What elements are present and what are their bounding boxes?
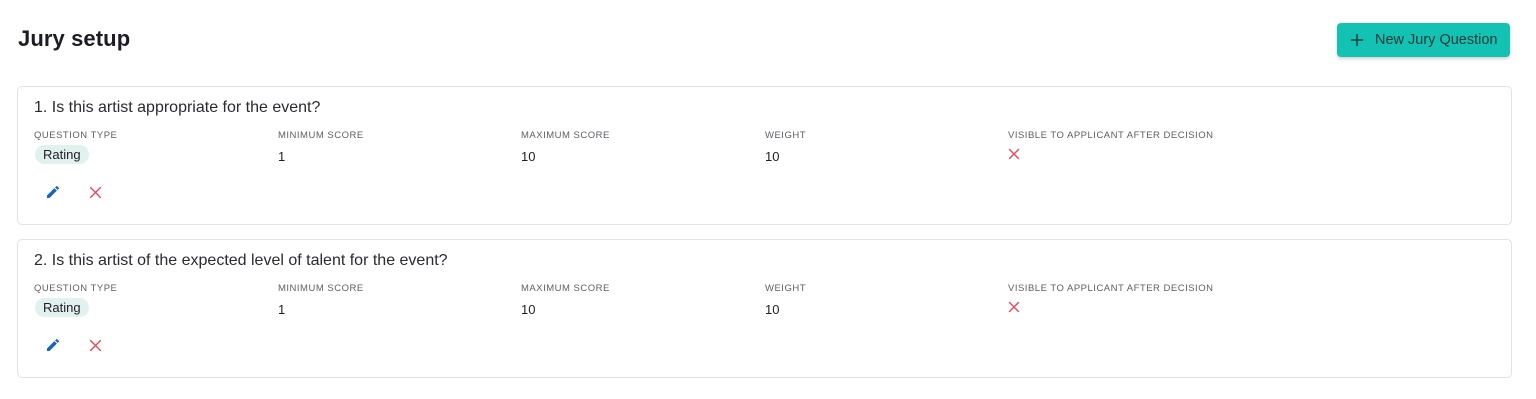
- weight-label: WEIGHT: [765, 130, 806, 141]
- question-type-badge: Rating: [35, 298, 89, 317]
- minimum-score-label: MINIMUM SCORE: [278, 130, 364, 141]
- weight-value: 10: [765, 302, 780, 317]
- weight-label: WEIGHT: [765, 283, 806, 294]
- delete-close-icon[interactable]: [86, 183, 104, 201]
- question-actions: [44, 336, 104, 354]
- maximum-score-label: MAXIMUM SCORE: [521, 283, 610, 294]
- edit-pencil-icon[interactable]: [44, 183, 62, 201]
- weight-field: WEIGHT 10: [765, 283, 806, 317]
- visible-label: VISIBLE TO APPLICANT AFTER DECISION: [1008, 130, 1214, 141]
- delete-close-icon[interactable]: [86, 336, 104, 354]
- question-type-label: QUESTION TYPE: [34, 283, 118, 294]
- maximum-score-value: 10: [521, 302, 536, 317]
- maximum-score-label: MAXIMUM SCORE: [521, 130, 610, 141]
- question-type-badge: Rating: [35, 145, 89, 164]
- visible-field: VISIBLE TO APPLICANT AFTER DECISION: [1008, 283, 1213, 318]
- weight-value: 10: [765, 149, 780, 164]
- edit-pencil-icon[interactable]: [44, 336, 62, 354]
- visible-field: VISIBLE TO APPLICANT AFTER DECISION: [1008, 130, 1213, 165]
- weight-field: WEIGHT 10: [765, 130, 806, 164]
- not-visible-close-icon: [1008, 300, 1020, 313]
- minimum-score-value: 1: [278, 302, 286, 317]
- not-visible-close-icon: [1008, 147, 1020, 160]
- maximum-score-value: 10: [521, 149, 536, 164]
- jury-question-card: 2. Is this artist of the expected level …: [17, 239, 1512, 378]
- new-jury-question-label: New Jury Question: [1375, 32, 1498, 48]
- plus-icon: [1350, 33, 1364, 47]
- maximum-score-field: MAXIMUM SCORE 10: [521, 283, 610, 317]
- question-title: 2. Is this artist of the expected level …: [34, 252, 448, 269]
- minimum-score-field: MINIMUM SCORE 1: [278, 283, 364, 317]
- question-type-label: QUESTION TYPE: [34, 130, 118, 141]
- visible-label: VISIBLE TO APPLICANT AFTER DECISION: [1008, 283, 1214, 294]
- question-type-field: QUESTION TYPE Rating: [34, 283, 117, 317]
- page-title: Jury setup: [18, 26, 131, 51]
- maximum-score-field: MAXIMUM SCORE 10: [521, 130, 610, 164]
- minimum-score-label: MINIMUM SCORE: [278, 283, 364, 294]
- jury-question-card: 1. Is this artist appropriate for the ev…: [17, 86, 1512, 225]
- new-jury-question-button[interactable]: New Jury Question: [1337, 23, 1510, 57]
- question-type-field: QUESTION TYPE Rating: [34, 130, 117, 164]
- minimum-score-field: MINIMUM SCORE 1: [278, 130, 364, 164]
- page-header: Jury setup New Jury Question: [0, 0, 1536, 80]
- minimum-score-value: 1: [278, 149, 286, 164]
- question-title: 1. Is this artist appropriate for the ev…: [34, 99, 321, 116]
- question-actions: [44, 183, 104, 201]
